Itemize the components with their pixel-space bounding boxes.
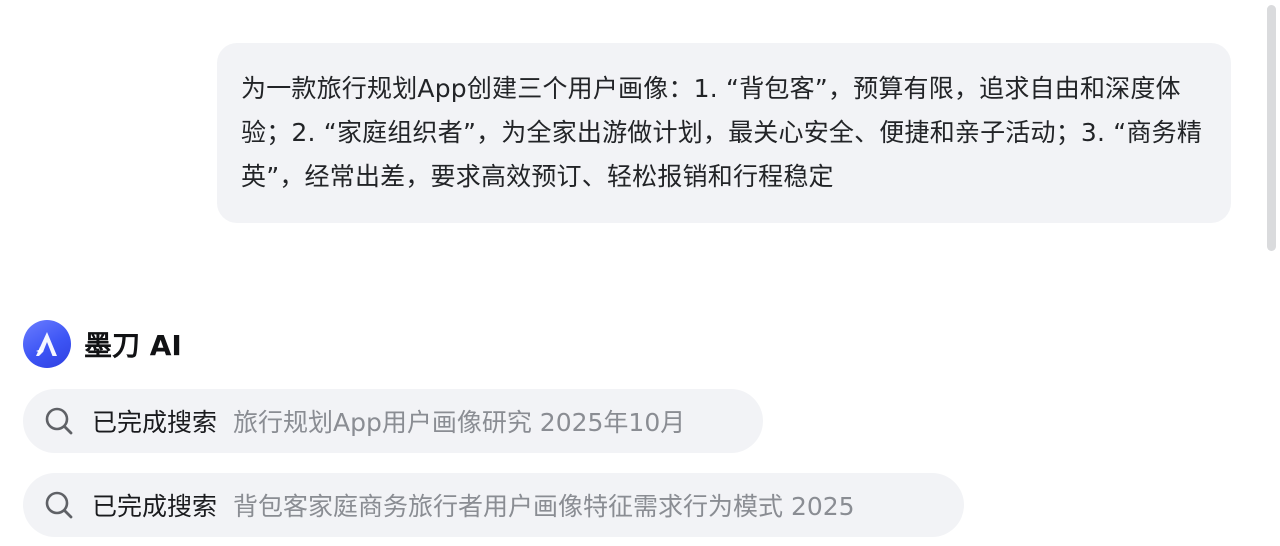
search-icon xyxy=(43,405,75,437)
scrollbar-thumb[interactable] xyxy=(1267,5,1276,251)
search-result-pill[interactable]: 已完成搜索 背包客家庭商务旅行者用户画像特征需求行为模式 2025 xyxy=(23,473,964,537)
user-message-text: 为一款旅行规划App创建三个用户画像：1. “背包客”，预算有限，追求自由和深度… xyxy=(241,74,1203,191)
modao-ai-logo-icon xyxy=(23,320,71,368)
search-result-pill[interactable]: 已完成搜索 旅行规划App用户画像研究 2025年10月 xyxy=(23,389,763,453)
search-query: 背包客家庭商务旅行者用户画像特征需求行为模式 2025 xyxy=(233,492,855,521)
assistant-header: 墨刀 AI xyxy=(23,320,182,368)
search-query: 旅行规划App用户画像研究 2025年10月 xyxy=(233,408,686,437)
search-icon xyxy=(43,489,75,521)
scrollbar[interactable] xyxy=(1262,0,1280,546)
user-message-bubble: 为一款旅行规划App创建三个用户画像：1. “背包客”，预算有限，追求自由和深度… xyxy=(217,43,1231,223)
search-status: 已完成搜索 xyxy=(92,492,218,521)
chat-page: 为一款旅行规划App创建三个用户画像：1. “背包客”，预算有限，追求自由和深度… xyxy=(0,0,1280,546)
assistant-name: 墨刀 AI xyxy=(84,329,182,362)
search-status: 已完成搜索 xyxy=(92,408,218,437)
